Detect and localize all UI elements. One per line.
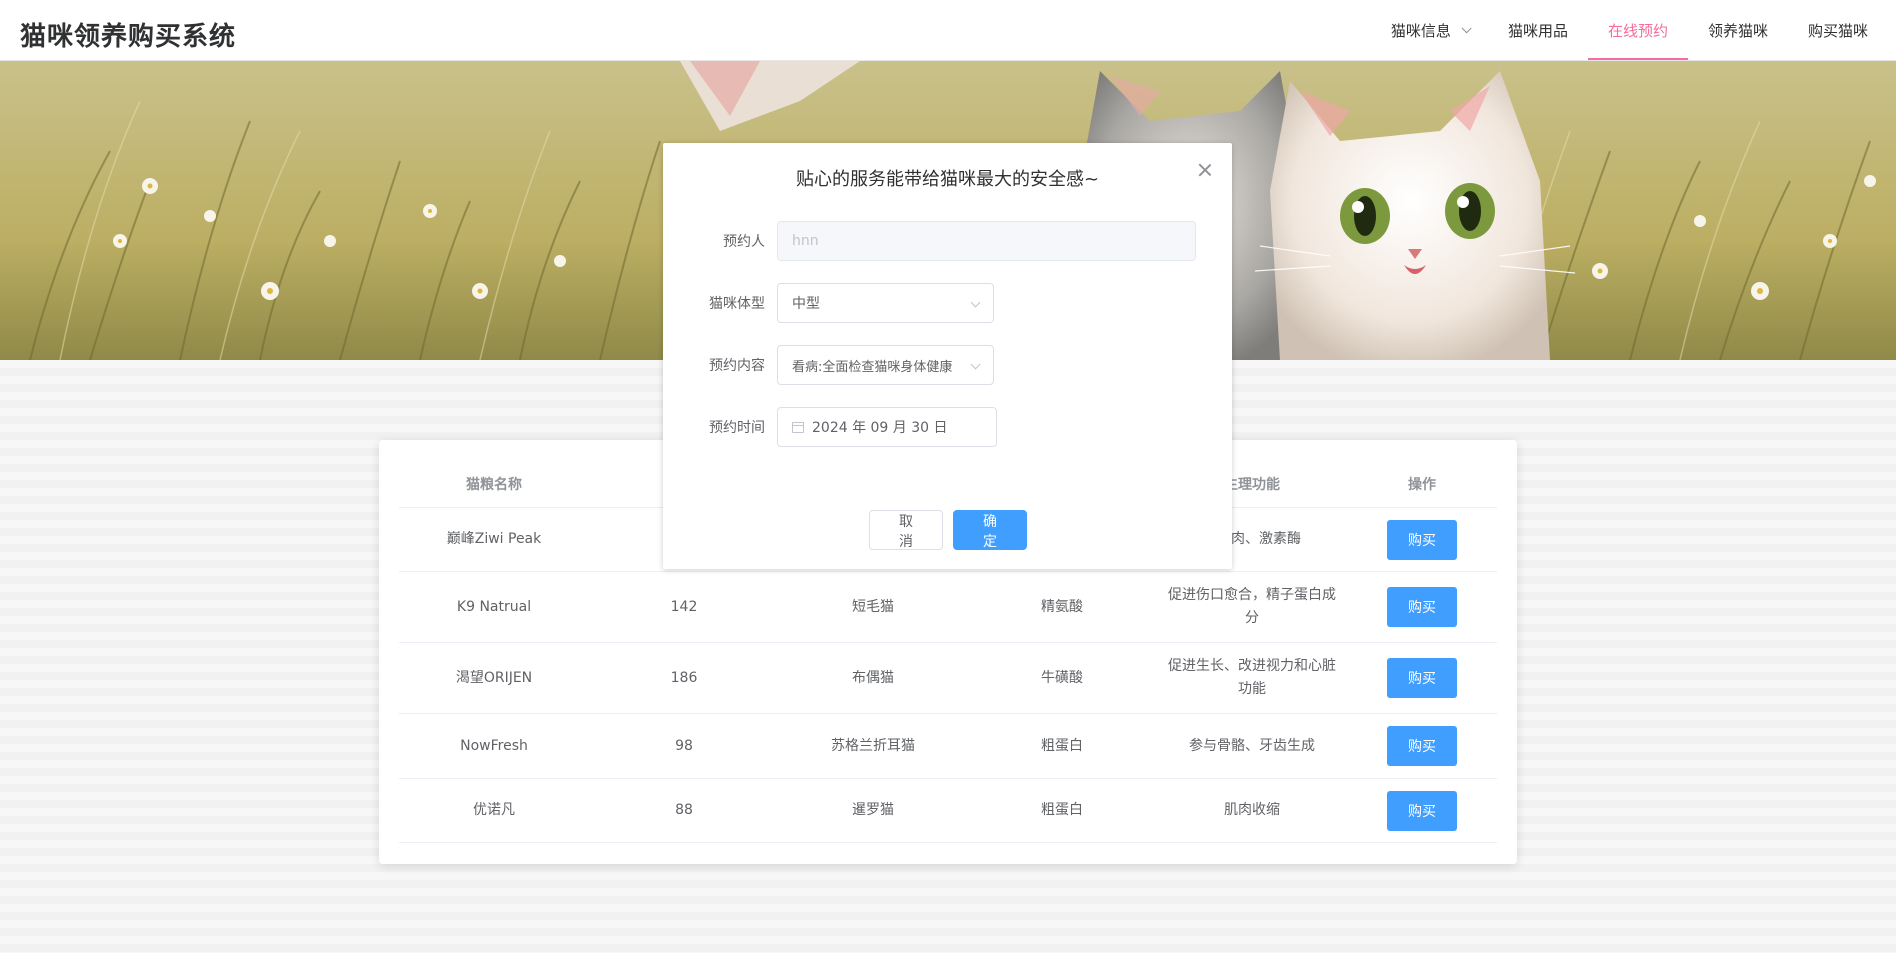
nav-item-label: 领养猫咪 bbox=[1707, 21, 1768, 40]
calendar-icon bbox=[792, 421, 804, 433]
nav-item-online-booking[interactable]: 在线预约 bbox=[1587, 0, 1688, 60]
cell-price: 88 bbox=[675, 802, 693, 818]
cell-breed: 布偶猫 bbox=[852, 669, 894, 686]
content-select[interactable]: 看病:全面检查猫咪身体健康 bbox=[777, 345, 994, 385]
cell-function: 促进伤口愈合，精子蛋白成分 bbox=[1168, 587, 1336, 626]
nav-item-adopt-cat[interactable]: 领养猫咪 bbox=[1688, 0, 1788, 60]
size-value: 中型 bbox=[792, 296, 820, 312]
buy-button[interactable]: 购买 bbox=[1387, 587, 1457, 627]
reserver-input[interactable]: hnn bbox=[777, 221, 1196, 261]
cell-name: 巅峰Ziwi Peak bbox=[446, 531, 542, 547]
reserver-value: hnn bbox=[792, 233, 819, 249]
dialog-title: 贴心的服务能带给猫咪最大的安全感~ bbox=[795, 169, 1100, 190]
cell-function: 肌肉收缩 bbox=[1224, 802, 1280, 818]
column-header-name: 猫粮名称 bbox=[466, 477, 522, 493]
chevron-down-icon bbox=[970, 359, 981, 370]
nav-item-cat-info[interactable]: 猫咪信息 bbox=[1371, 0, 1488, 60]
column-header-action: 操作 bbox=[1408, 477, 1436, 493]
content-value: 看病:全面检查猫咪身体健康 bbox=[792, 359, 953, 375]
nav-item-label: 购买猫咪 bbox=[1807, 21, 1868, 40]
reserver-label: 预约人 bbox=[723, 234, 765, 250]
size-label: 猫咪体型 bbox=[709, 296, 765, 312]
size-select[interactable]: 中型 bbox=[777, 283, 994, 323]
close-icon[interactable] bbox=[1198, 163, 1212, 177]
buy-button[interactable]: 购买 bbox=[1387, 790, 1457, 831]
content-label: 预约内容 bbox=[709, 358, 765, 374]
cell-breed: 暹罗猫 bbox=[852, 802, 894, 818]
chevron-down-icon bbox=[1461, 22, 1472, 33]
top-header: 猫咪领养购买系统 猫咪信息 猫咪用品 在线预约 领养猫咪 购买猫咪 bbox=[0, 0, 1896, 61]
nav-item-buy-cat[interactable]: 购买猫咪 bbox=[1788, 0, 1888, 60]
date-value: 2024 年 09 月 30 日 bbox=[812, 420, 948, 436]
app-title: 猫咪领养购买系统 bbox=[20, 22, 237, 52]
cell-nutrient: 粗蛋白 bbox=[1041, 737, 1083, 754]
cancel-button[interactable]: 取 消 bbox=[869, 510, 943, 550]
cell-function: 促进生长、改进视力和心脏功能 bbox=[1168, 658, 1336, 697]
cell-action: 购买 bbox=[1347, 508, 1497, 571]
form-row-reserver: 预约人 hnn bbox=[663, 221, 1196, 261]
cell-action: 购买 bbox=[1347, 572, 1497, 642]
nav-item-label: 在线预约 bbox=[1607, 21, 1668, 40]
cell-name: NowFresh bbox=[460, 737, 528, 754]
booking-dialog: 贴心的服务能带给猫咪最大的安全感~ 预约人 hnn 猫咪体型 中型 预约内容 看… bbox=[663, 143, 1232, 569]
cell-price: 142 bbox=[670, 598, 698, 615]
cell-name: 渴望ORIJEN bbox=[455, 669, 533, 686]
cell-action: 购买 bbox=[1347, 643, 1497, 713]
time-label: 预约时间 bbox=[709, 420, 765, 436]
table-row: K9 Natrual 142 短毛猫 精氨酸 促进伤口愈合，精子蛋白成分 购买 bbox=[399, 572, 1497, 643]
nav-item-label: 猫咪信息 bbox=[1390, 21, 1451, 40]
nav-item-label: 猫咪用品 bbox=[1507, 21, 1568, 40]
cell-nutrient: 牛磺酸 bbox=[1041, 669, 1083, 686]
cell-nutrient: 粗蛋白 bbox=[1041, 802, 1083, 818]
table-row: 渴望ORIJEN 186 布偶猫 牛磺酸 促进生长、改进视力和心脏功能 购买 bbox=[399, 643, 1497, 714]
buy-button[interactable]: 购买 bbox=[1387, 658, 1457, 698]
date-picker[interactable]: 2024 年 09 月 30 日 bbox=[777, 407, 997, 447]
cell-nutrient: 精氨酸 bbox=[1041, 598, 1083, 615]
buy-button[interactable]: 购买 bbox=[1387, 519, 1457, 560]
form-row-time: 预约时间 2024 年 09 月 30 日 bbox=[663, 407, 997, 447]
form-row-size: 猫咪体型 中型 bbox=[663, 283, 994, 323]
cell-breed: 苏格兰折耳猫 bbox=[831, 737, 915, 754]
cell-price: 186 bbox=[670, 669, 698, 686]
cell-name: K9 Natrual bbox=[456, 598, 532, 615]
main-nav: 猫咪信息 猫咪用品 在线预约 领养猫咪 购买猫咪 bbox=[1371, 0, 1888, 60]
table-row: NowFresh 98 苏格兰折耳猫 粗蛋白 参与骨骼、牙齿生成 购买 bbox=[399, 714, 1497, 779]
cell-price: 98 bbox=[675, 737, 693, 754]
form-row-content: 预约内容 看病:全面检查猫咪身体健康 bbox=[663, 345, 994, 385]
nav-item-cat-supplies[interactable]: 猫咪用品 bbox=[1488, 0, 1588, 60]
cell-action: 购买 bbox=[1347, 779, 1497, 842]
cell-action: 购买 bbox=[1347, 714, 1497, 778]
cell-breed: 短毛猫 bbox=[852, 598, 894, 615]
chevron-down-icon bbox=[970, 297, 981, 308]
confirm-button[interactable]: 确 定 bbox=[953, 510, 1027, 550]
cell-name: 优诺凡 bbox=[473, 802, 515, 818]
table-row: 优诺凡 88 暹罗猫 粗蛋白 肌肉收缩 购买 bbox=[399, 779, 1497, 843]
cell-function: 参与骨骼、牙齿生成 bbox=[1189, 737, 1315, 754]
buy-button[interactable]: 购买 bbox=[1387, 726, 1457, 766]
